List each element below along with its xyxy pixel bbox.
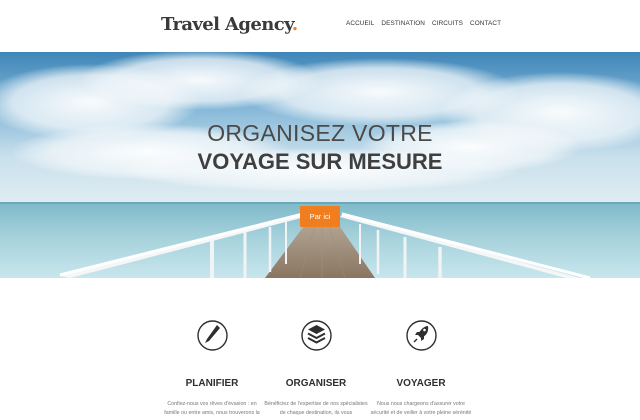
logo-text: Travel Agency [161, 14, 293, 35]
feature-icon-circle [300, 314, 332, 357]
feature-title: VOYAGER [396, 378, 446, 389]
feature-icon-circle [196, 314, 228, 357]
hero-heading-line2: VOYAGE SUR MESURE [197, 149, 443, 174]
site-logo[interactable]: Travel Agency. [161, 14, 298, 36]
hero-heading-line1: ORGANISEZ VOTRE [207, 120, 433, 146]
nav-circuits[interactable]: CIRCUITS [432, 19, 463, 29]
feature-text: Confiez-nous vos rêves d'évasion : en fa… [164, 401, 260, 416]
logo-dot: . [291, 14, 298, 35]
feature-icon-circle [405, 314, 437, 357]
feature-title: ORGANISER [285, 378, 347, 389]
feature-voyager: VOYAGER Nous nous chargeons d'assurer vo… [369, 314, 473, 416]
feature-planifier: PLANIFIER Confiez-nous vos rêves d'évasi… [160, 314, 264, 416]
layers-icon [300, 320, 332, 351]
nav-destination[interactable]: DESTINATION [381, 19, 425, 29]
feature-text: Bénéficiez de l'expertise de nos spécial… [264, 401, 368, 416]
feature-text: Nous nous chargeons d'assurer votre sécu… [370, 401, 472, 416]
pencil-icon [196, 320, 228, 351]
feature-organiser: ORGANISER Bénéficiez de l'expertise de n… [264, 314, 368, 416]
rocket-icon [405, 320, 437, 351]
nav-accueil[interactable]: ACCUEIL [346, 19, 374, 29]
site-header: Travel Agency. ACCUEIL DESTINATION CIRCU… [0, 0, 640, 52]
feature-title: PLANIFIER [185, 378, 239, 389]
cta-button[interactable]: Par ici [300, 206, 340, 227]
main-nav: ACCUEIL DESTINATION CIRCUITS CONTACT [346, 19, 501, 29]
nav-contact[interactable]: CONTACT [470, 19, 501, 29]
